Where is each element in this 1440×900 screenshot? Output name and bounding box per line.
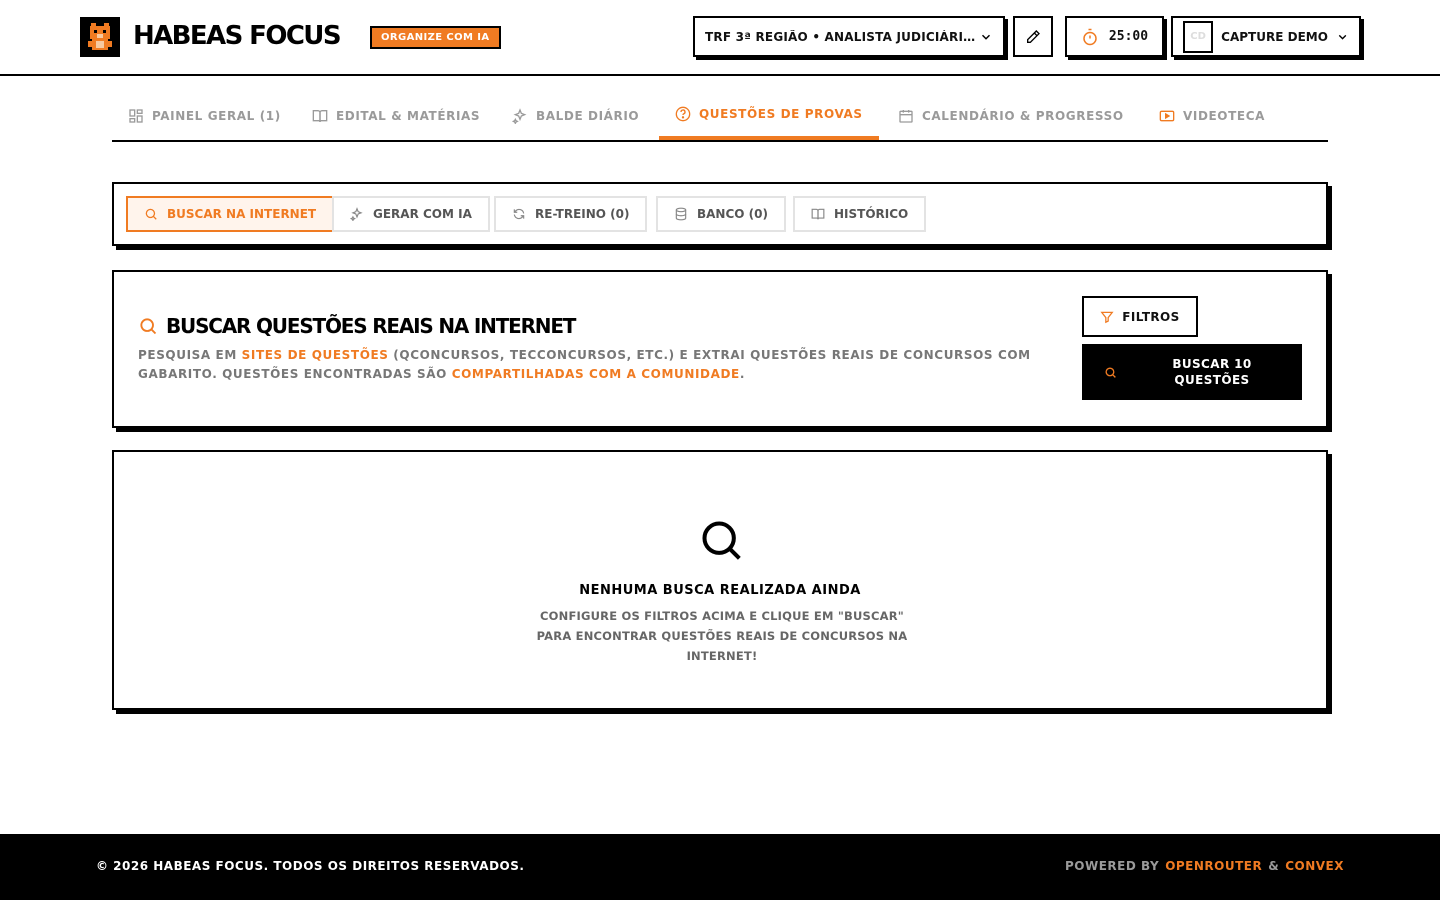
tab-label: CALENDÁRIO & PROGRESSO [922,109,1124,123]
search-icon [140,318,157,335]
empty-state-description: CONFIGURE OS FILTROS ACIMA E CLIQUE EM "… [536,609,908,663]
tab-label: VIDEOTECA [1183,109,1265,123]
avatar: CD [1183,20,1214,53]
desc-highlight-community: COMPARTILHADAS COM A COMUNIDADE [451,367,740,381]
database-icon [675,207,687,221]
tab-calendario-progresso[interactable]: CALENDÁRIO & PROGRESSO [882,92,1140,140]
question-subtabs: BUSCAR NA INTERNET GERAR COM IA RE-TREIN… [112,182,1328,246]
tab-questoes-de-provas[interactable]: QUESTÕES DE PROVAS [659,92,879,140]
calendar-icon [899,110,913,123]
search-questions-button[interactable]: BUSCAR 10 QUESTÕES [1082,344,1302,400]
desc-highlight-sites: SITES DE QUESTÕES [241,348,389,362]
results-empty-state: NENHUMA BUSCA REALIZADA AINDA CONFIGURE … [112,450,1328,710]
tab-label: PAINEL GERAL (1) [152,109,281,123]
search-icon [1105,366,1116,378]
ampersand: & [1268,859,1280,873]
subtab-label: GERAR COM IA [373,207,472,221]
search-icon [702,521,741,560]
subtab-historico[interactable]: HISTÓRICO [793,196,927,232]
filters-button-label: FILTROS [1122,309,1180,324]
pomodoro-timer[interactable]: 25:00 [1065,16,1164,57]
footer-copyright: © 2026 HABEAS FOCUS. TODOS OS DIREITOS R… [96,859,525,873]
bear-mascot-icon [88,23,112,50]
search-icon [145,208,157,220]
exam-selector-label: TRF 3ª REGIÃO • ANALISTA JUDICIÁRIO (ÁRE… [705,29,979,44]
tab-label: EDITAL & MATÉRIAS [336,109,481,123]
search-panel-heading: BUSCAR QUESTÕES REAIS NA INTERNET [166,314,576,338]
logo[interactable] [80,17,120,57]
tab-label: BALDE DIÁRIO [536,109,640,123]
app-header: HABEAS FOCUS ORGANIZE COM IA TRF 3ª REGI… [0,0,1440,76]
sparkles-icon [350,207,363,221]
empty-state-title: NENHUMA BUSCA REALIZADA AINDA [579,583,861,598]
user-menu[interactable]: CD CAPTURE DEMO [1171,16,1361,57]
user-name: CAPTURE DEMO [1221,29,1328,44]
filters-button[interactable]: FILTROS [1082,296,1198,337]
brand-name[interactable]: HABEAS FOCUS [133,20,342,52]
desc-part-1: PESQUISA EM [138,348,242,362]
brand-badge: ORGANIZE COM IA [370,26,501,49]
subtab-banco[interactable]: BANCO (0) [656,196,786,232]
convex-link[interactable]: CONVEX [1285,859,1344,873]
edit-exam-button[interactable] [1013,16,1053,57]
book-icon [312,110,328,123]
subtab-retreino[interactable]: RE-TREINO (0) [494,196,648,232]
help-circle-icon [675,106,691,122]
powered-by-label: POWERED BY [1065,859,1160,873]
tab-balde-diario[interactable]: BALDE DIÁRIO [496,92,655,140]
search-panel: BUSCAR QUESTÕES REAIS NA INTERNET PESQUI… [112,270,1328,428]
subtab-label: RE-TREINO (0) [535,207,630,221]
subtab-label: BANCO (0) [697,207,768,221]
chevron-down-icon [1338,34,1347,40]
desc-part-3: . [739,367,746,381]
tab-label: QUESTÕES DE PROVAS [699,107,863,121]
sparkles-icon [512,108,527,124]
footer: © 2026 HABEAS FOCUS. TODOS OS DIREITOS R… [0,834,1440,900]
video-icon [1159,110,1175,122]
tab-videoteca[interactable]: VIDEOTECA [1143,92,1281,140]
search-questions-button-label: BUSCAR 10 QUESTÕES [1172,357,1252,387]
exam-selector[interactable]: TRF 3ª REGIÃO • ANALISTA JUDICIÁRIO (ÁRE… [693,16,1005,57]
book-open-icon [811,208,825,220]
timer-value: 25:00 [1108,29,1149,44]
openrouter-link[interactable]: OPENROUTER [1165,859,1262,873]
tab-edital-materias[interactable]: EDITAL & MATÉRIAS [296,92,496,140]
tab-painel-geral[interactable]: PAINEL GERAL (1) [112,92,297,140]
refresh-icon [513,208,525,220]
grid-icon [129,109,143,123]
subtab-buscar-internet[interactable]: BUSCAR NA INTERNET [126,196,335,232]
subtab-label: HISTÓRICO [834,207,909,221]
subtab-gerar-ia[interactable]: GERAR COM IA [332,196,490,232]
subtab-label: BUSCAR NA INTERNET [167,207,317,221]
chevron-down-icon [981,34,991,40]
main-nav: PAINEL GERAL (1) EDITAL & MATÉRIAS BALDE… [112,92,1328,142]
pencil-icon [1027,29,1040,43]
stopwatch-icon [1083,28,1097,45]
footer-powered-by: POWERED BY OPENROUTER & CONVEX [1065,859,1344,873]
search-panel-description: PESQUISA EM SITES DE QUESTÕES (QCONCURSO… [138,346,1038,384]
search-panel-title: BUSCAR QUESTÕES REAIS NA INTERNET [138,314,576,338]
filter-icon [1100,311,1114,323]
